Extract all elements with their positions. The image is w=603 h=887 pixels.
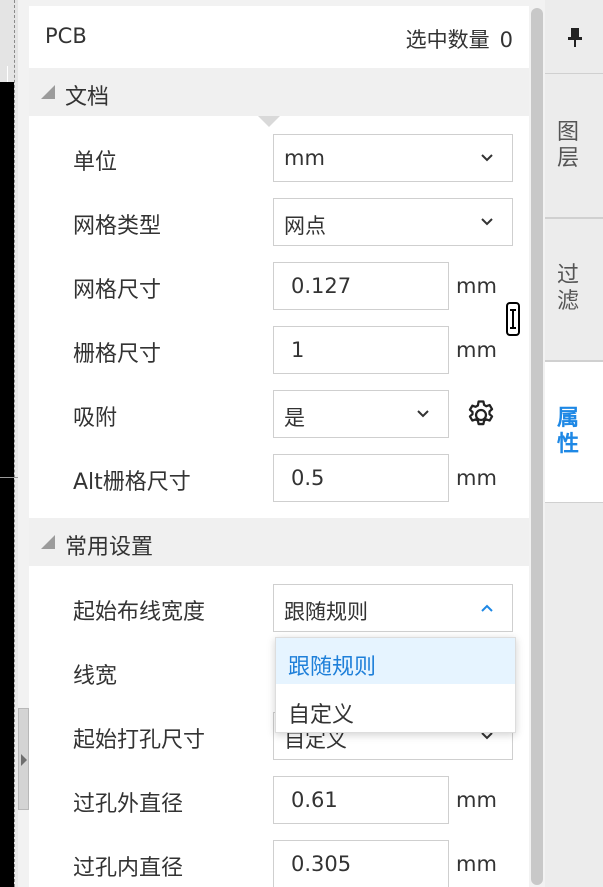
chevron-down-icon	[481, 154, 493, 162]
grid-size-unit: mm	[456, 274, 497, 298]
collapse-triangle-icon	[41, 535, 55, 549]
pin-icon[interactable]	[567, 26, 583, 48]
dropdown-menu: 跟随规则 自定义	[275, 637, 516, 733]
snap-select-value: 是	[284, 406, 305, 430]
line-width-label: 线宽	[73, 664, 118, 689]
alt-snap-size-label: Alt栅格尺寸	[73, 470, 191, 495]
alt-snap-size-unit: mm	[456, 466, 497, 490]
dropdown-option-label: 自定义	[288, 703, 355, 728]
chevron-down-icon	[481, 218, 493, 226]
panel-header: PCB 选中数量 0	[29, 6, 529, 68]
section-title: 常用设置	[65, 535, 154, 560]
panel-title: PCB	[45, 24, 87, 48]
snap-size-label: 栅格尺寸	[73, 342, 162, 367]
start-track-width-select[interactable]: 跟随规则	[273, 584, 513, 632]
dropdown-option-label: 跟随规则	[288, 655, 377, 680]
tab-layers-label: 图层	[545, 120, 591, 172]
canvas-area[interactable]	[0, 82, 14, 887]
selection-count: 选中数量 0	[406, 24, 513, 54]
alt-snap-size-input[interactable]: 0.5	[273, 454, 449, 502]
selection-count-label: 选中数量	[405, 28, 490, 52]
via-inner-diameter-unit: mm	[456, 852, 497, 876]
grid-type-select[interactable]: 网点	[273, 198, 513, 246]
via-inner-diameter-label: 过孔内直径	[73, 856, 184, 881]
via-outer-diameter-input[interactable]: 0.61	[273, 776, 449, 824]
scrollbar-thumb[interactable]	[531, 8, 543, 885]
via-outer-diameter-label: 过孔外直径	[73, 792, 184, 817]
properties-panel: PCB 选中数量 0 文档 单位 mm 网格类型 网点 网格尺寸 0.127 mm	[29, 6, 529, 887]
via-outer-diameter-value: 0.61	[291, 788, 338, 812]
resize-cursor-icon	[506, 302, 520, 336]
tab-filter-text: 过滤	[556, 263, 579, 314]
grid-size-value: 0.127	[291, 274, 352, 298]
unit-select-value: mm	[284, 146, 325, 170]
grid-type-label: 网格类型	[73, 214, 162, 239]
grid-size-label: 网格尺寸	[73, 278, 162, 303]
unit-label: 单位	[73, 150, 118, 175]
gear-icon[interactable]	[464, 398, 498, 432]
tab-layers-text: 图层	[556, 120, 579, 171]
section-header-document[interactable]: 文档	[29, 68, 529, 116]
start-track-width-label: 起始布线宽度	[73, 600, 206, 625]
via-inner-diameter-input[interactable]: 0.305	[273, 840, 449, 887]
snap-select[interactable]: 是	[273, 390, 449, 438]
canvas-strip	[0, 0, 18, 887]
dropdown-option-follow-rule[interactable]: 跟随规则	[276, 638, 515, 684]
section-title: 文档	[65, 85, 110, 110]
snap-size-unit: mm	[456, 338, 497, 362]
grid-type-select-value: 网点	[284, 214, 326, 238]
tab-properties-label: 属性	[545, 406, 591, 458]
start-track-width-value: 跟随规则	[284, 600, 368, 624]
canvas-crosshair	[0, 477, 18, 478]
via-outer-diameter-unit: mm	[456, 788, 497, 812]
tab-properties-text: 属性	[556, 406, 579, 457]
app-root: PCB 选中数量 0 文档 单位 mm 网格类型 网点 网格尺寸 0.127 mm	[0, 0, 603, 887]
unit-select[interactable]: mm	[273, 134, 513, 182]
collapse-arrow-icon[interactable]	[18, 708, 29, 810]
section-header-common[interactable]: 常用设置	[29, 518, 529, 566]
grid-size-input[interactable]: 0.127	[273, 262, 449, 310]
tab-properties[interactable]: 属性	[545, 361, 603, 503]
panel-scrollbar[interactable]	[529, 6, 545, 887]
selection-count-value: 0	[499, 28, 513, 52]
dropdown-option-custom[interactable]: 自定义	[276, 686, 515, 732]
tab-layers[interactable]: 图层	[545, 73, 603, 218]
chevron-down-icon	[417, 410, 429, 418]
snap-size-value: 1	[291, 338, 305, 362]
canvas-tick	[7, 66, 8, 82]
alt-snap-size-value: 0.5	[291, 466, 325, 490]
chevron-up-icon	[481, 604, 493, 612]
snap-label: 吸附	[73, 406, 118, 431]
notch-indicator	[258, 116, 280, 127]
start-drill-size-label: 起始打孔尺寸	[73, 728, 206, 753]
right-tab-bar: 图层 过滤 属性	[545, 0, 603, 887]
snap-size-input[interactable]: 1	[273, 326, 449, 374]
via-inner-diameter-value: 0.305	[291, 852, 352, 876]
tab-filter-label: 过滤	[545, 263, 591, 315]
canvas-guide-line	[14, 0, 16, 887]
collapse-triangle-icon	[41, 85, 55, 99]
tab-filter[interactable]: 过滤	[545, 218, 603, 361]
